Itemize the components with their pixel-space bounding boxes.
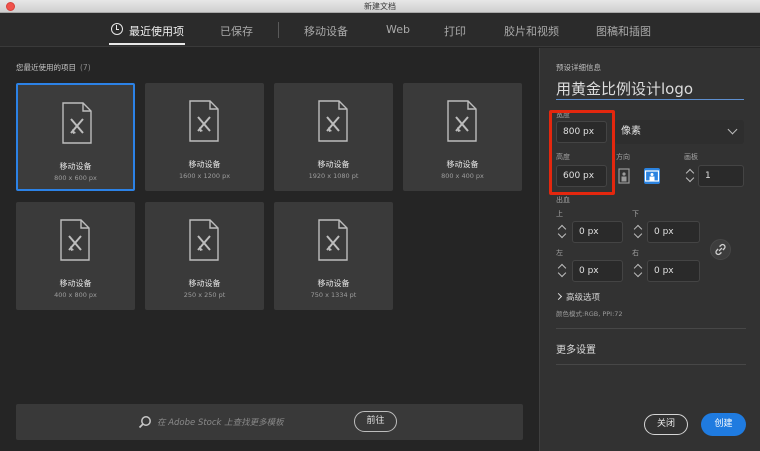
- preset-size: 400 x 800 px: [54, 291, 97, 299]
- orientation-label: 方向: [616, 153, 630, 161]
- bleed-bottom-label: 下: [632, 210, 639, 218]
- preset-name: 移动设备: [188, 160, 221, 169]
- bleed-left-stepper[interactable]: [556, 260, 570, 282]
- bleed-label: 出血: [556, 196, 570, 204]
- preset-name: 移动设备: [317, 160, 350, 169]
- bleed-left-input[interactable]: 0 px: [572, 260, 623, 282]
- unit-value: 像素: [621, 126, 641, 137]
- landscape-orientation-icon[interactable]: [644, 168, 660, 184]
- recent-section-title: 您最近使用的项目 (7): [16, 63, 91, 72]
- tab-saved[interactable]: 已保存: [220, 23, 253, 39]
- category-tabs: 最近使用项 已保存 移动设备 Web 打印 胶片和视频 图稿和插图: [0, 13, 760, 47]
- chevron-right-icon: [554, 292, 563, 301]
- preset-size: 750 x 1334 pt: [310, 291, 357, 299]
- document-icon: [189, 100, 219, 142]
- tab-mobile[interactable]: 移动设备: [304, 23, 348, 39]
- document-icon: [318, 100, 348, 142]
- preset-card[interactable]: 移动设备 800 x 600 px: [16, 83, 135, 191]
- artboards-stepper[interactable]: [684, 165, 698, 187]
- chevron-down-icon: [727, 124, 738, 135]
- bleed-top-input[interactable]: 0 px: [572, 221, 623, 243]
- bleed-left-label: 左: [556, 249, 563, 257]
- preset-card[interactable]: 移动设备 1920 x 1080 pt: [274, 83, 393, 191]
- preset-size: 250 x 250 pt: [183, 291, 226, 299]
- go-button[interactable]: 前往: [354, 411, 397, 432]
- preset-card[interactable]: 移动设备 750 x 1334 pt: [274, 202, 393, 310]
- preset-name: 移动设备: [317, 279, 350, 288]
- stock-search-bar: 在 Adobe Stock 上查找更多模板 前往: [16, 404, 523, 440]
- annotation-highlight-box: [549, 110, 615, 195]
- divider: [556, 364, 746, 365]
- bleed-bottom-stepper[interactable]: [632, 221, 646, 243]
- more-settings-link[interactable]: 更多设置: [556, 341, 596, 356]
- bleed-bottom-input[interactable]: 0 px: [647, 221, 700, 243]
- preset-name: 移动设备: [59, 279, 92, 288]
- preset-size: 800 x 600 px: [54, 174, 97, 182]
- divider: [556, 328, 746, 329]
- preset-card[interactable]: 移动设备 800 x 400 px: [403, 83, 522, 191]
- link-icon: [715, 243, 726, 256]
- preset-card[interactable]: 移动设备 250 x 250 pt: [145, 202, 264, 310]
- bleed-right-label: 右: [632, 249, 639, 257]
- details-title: 预设详细信息: [556, 63, 601, 72]
- tab-film-video[interactable]: 胶片和视频: [504, 23, 559, 39]
- artboards-label: 画板: [684, 153, 698, 161]
- recent-items-panel: 您最近使用的项目 (7) 移动设备 800 x 600 px 移动设备 1600 …: [0, 48, 539, 451]
- color-mode-summary: 颜色模式:RGB, PPI:72: [556, 310, 623, 318]
- preset-name: 移动设备: [188, 279, 221, 288]
- preset-size: 1600 x 1200 px: [178, 172, 231, 180]
- recent-count: (7): [80, 63, 91, 72]
- document-icon: [447, 100, 477, 142]
- tab-divider: [278, 22, 279, 38]
- preset-card[interactable]: 移动设备 400 x 800 px: [16, 202, 135, 310]
- advanced-options-toggle[interactable]: 高级选项: [554, 291, 600, 303]
- preset-details-panel: 预设详细信息 用黄金比例设计logo 宽度 800 px 像素 高度 600 p…: [539, 48, 760, 451]
- preset-card[interactable]: 移动设备 1600 x 1200 px: [145, 83, 264, 191]
- title-bar: 新建文档: [0, 0, 760, 13]
- link-bleed-button[interactable]: [710, 239, 731, 260]
- bleed-right-stepper[interactable]: [632, 260, 646, 282]
- preset-size: 1920 x 1080 pt: [308, 172, 359, 180]
- window-title: 新建文档: [364, 2, 396, 11]
- bleed-right-input[interactable]: 0 px: [647, 260, 700, 282]
- unit-select[interactable]: 像素: [615, 120, 744, 144]
- preset-size: 800 x 400 px: [441, 172, 484, 180]
- document-icon: [189, 219, 219, 261]
- close-button[interactable]: 关闭: [644, 414, 688, 435]
- preset-name: 移动设备: [446, 160, 479, 169]
- create-button[interactable]: 创建: [701, 413, 746, 436]
- bleed-top-label: 上: [556, 210, 563, 218]
- preset-name-input[interactable]: 用黄金比例设计logo: [556, 78, 744, 100]
- document-icon: [60, 219, 90, 261]
- active-tab-indicator: [109, 43, 185, 45]
- document-icon: [318, 219, 348, 261]
- portrait-orientation-icon[interactable]: [616, 168, 632, 184]
- tab-art-illustration[interactable]: 图稿和插图: [596, 23, 651, 39]
- search-icon: [138, 416, 151, 429]
- clock-icon: [111, 23, 123, 35]
- bleed-top-stepper[interactable]: [556, 221, 570, 243]
- document-icon: [62, 102, 92, 144]
- preset-name: 移动设备: [59, 162, 92, 171]
- tab-recent[interactable]: 最近使用项: [129, 23, 184, 39]
- artboards-input[interactable]: 1: [698, 165, 744, 187]
- stock-search-input[interactable]: 在 Adobe Stock 上查找更多模板: [157, 416, 284, 428]
- tab-web[interactable]: Web: [386, 23, 410, 36]
- tab-print[interactable]: 打印: [444, 23, 466, 39]
